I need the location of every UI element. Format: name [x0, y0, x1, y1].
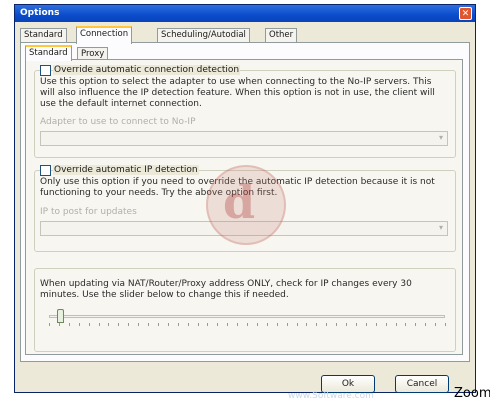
slider-tick: [425, 323, 427, 326]
slider-tick: [157, 323, 159, 326]
interval-slider-thumb[interactable]: [56, 309, 64, 323]
title-bar[interactable]: Options ✕: [15, 5, 475, 22]
override-connection-label: Override automatic connection detection: [53, 65, 241, 75]
slider-tick: [296, 323, 298, 326]
cancel-button[interactable]: Cancel: [395, 375, 449, 393]
slider-tick: [197, 323, 199, 326]
slider-tick: [177, 323, 179, 326]
slider-tick: [405, 323, 407, 326]
override-ip-checkbox[interactable]: [40, 165, 51, 176]
watermark-text: www.Software.com: [288, 391, 374, 401]
slider-tick: [346, 323, 347, 326]
slider-tick: [58, 323, 60, 326]
slider-tick: [88, 323, 90, 326]
slider-tick: [306, 323, 308, 326]
tab-other[interactable]: Other: [265, 28, 298, 42]
interval-slider-track[interactable]: [49, 315, 445, 318]
slider-tick: [445, 323, 446, 326]
slider-tick: [326, 323, 328, 326]
slider-tick: [217, 323, 219, 326]
zoom-label[interactable]: Zoom: [454, 386, 490, 401]
slider-tick: [68, 323, 70, 326]
slider-tick: [227, 323, 229, 326]
slider-tick: [138, 323, 140, 326]
adapter-select[interactable]: ▾: [40, 131, 448, 146]
tab-scheduling-autodial[interactable]: Scheduling/Autodial: [157, 28, 250, 42]
chevron-down-icon: ▾: [438, 223, 443, 232]
chevron-down-icon: ▾: [438, 133, 443, 142]
override-connection-checkbox[interactable]: [40, 65, 51, 76]
adapter-desc-line3: use the default internet connection.: [40, 99, 202, 109]
nat-update-group: When updating via NAT/Router/Proxy addre…: [34, 268, 456, 352]
slider-tick: [247, 323, 248, 326]
slider-tick: [78, 323, 80, 326]
slider-tick: [148, 323, 149, 326]
slider-tick: [118, 323, 120, 326]
slider-tick: [256, 323, 258, 326]
tab-connection[interactable]: Connection: [76, 26, 133, 44]
close-button[interactable]: ✕: [459, 7, 472, 20]
close-icon: ✕: [461, 9, 470, 19]
slider-tick: [98, 323, 100, 326]
adapter-desc-line1: Use this option to select the adapter to…: [40, 77, 432, 87]
slider-tick: [395, 323, 397, 326]
slider-tick: [336, 323, 338, 326]
slider-tick: [207, 323, 209, 326]
slider-tick: [49, 323, 50, 326]
slider-tick: [355, 323, 357, 326]
slider-tick: [286, 323, 288, 326]
nat-desc-line2: minutes. Use the slider below to change …: [40, 290, 289, 300]
slider-ticks: [49, 323, 446, 326]
slider-tick: [316, 323, 318, 326]
window-title: Options: [20, 8, 60, 18]
watermark-logo-icon: d: [206, 165, 286, 245]
slider-tick: [276, 323, 278, 326]
adapter-desc-line2: will also influence the IP detection fea…: [40, 88, 435, 98]
adapter-group: Override automatic connection detection …: [34, 65, 456, 158]
slider-tick: [128, 323, 130, 326]
tab-standard[interactable]: Standard: [20, 28, 67, 42]
slider-tick: [108, 323, 110, 326]
slider-tick: [415, 323, 417, 326]
override-ip-label: Override automatic IP detection: [53, 165, 199, 175]
subtab-standard[interactable]: Standard: [25, 45, 72, 61]
ip-combo-label: IP to post for updates: [40, 207, 137, 217]
adapter-combo-label: Adapter to use to connect to No-IP: [40, 117, 196, 127]
slider-tick: [365, 323, 367, 326]
slider-tick: [167, 323, 169, 326]
slider-tick: [237, 323, 239, 326]
slider-tick: [375, 323, 377, 326]
slider-tick: [187, 323, 189, 326]
nat-desc-line1: When updating via NAT/Router/Proxy addre…: [40, 279, 412, 289]
slider-tick: [385, 323, 387, 326]
slider-tick: [266, 323, 268, 326]
slider-tick: [435, 323, 437, 326]
